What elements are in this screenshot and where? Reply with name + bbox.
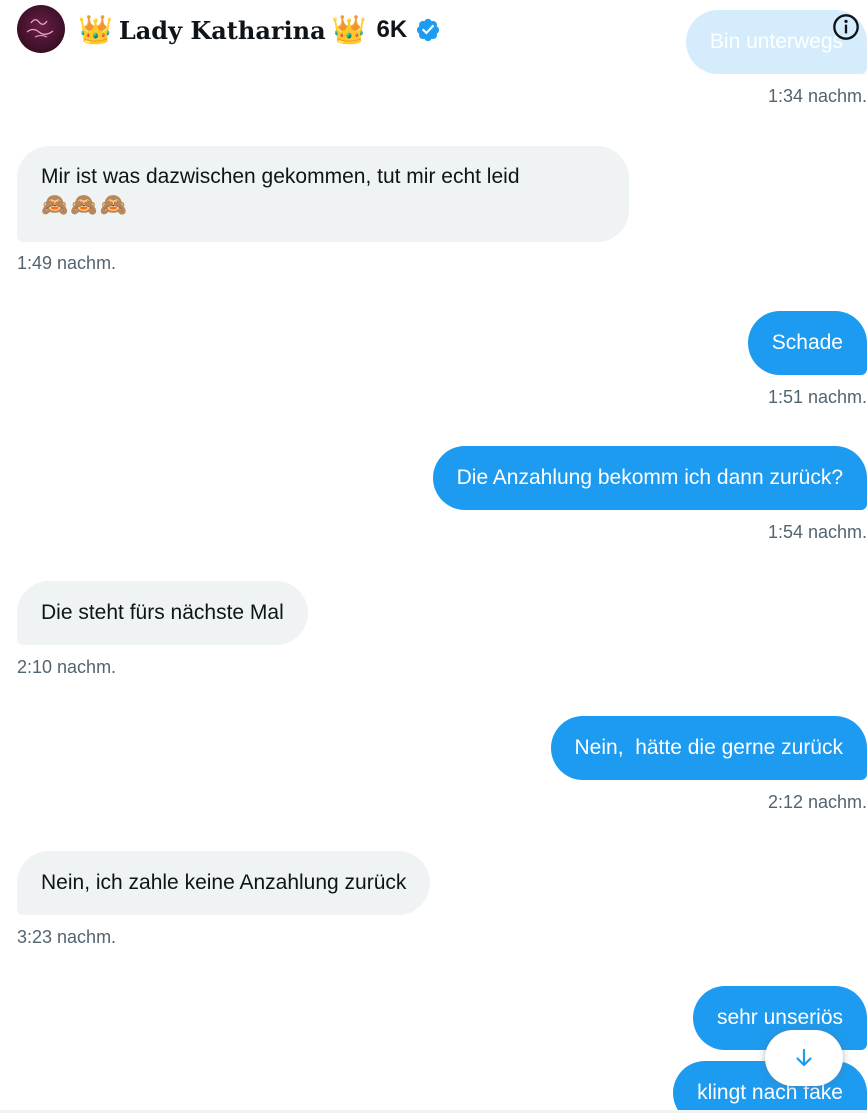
crown-emoji: 👑: [78, 14, 113, 45]
message-bubble-incoming[interactable]: Die steht fürs nächste Mal: [17, 581, 308, 645]
message-timestamp: 1:51 nachm.: [767, 387, 867, 407]
message-bubble-outgoing[interactable]: Nein, hätte die gerne zurück: [550, 716, 867, 780]
message-text: Mir ist was dazwischen gekommen, tut mir…: [41, 165, 520, 188]
message-timestamp: 1:54 nachm.: [767, 522, 867, 542]
message-bubble-incoming[interactable]: Mir ist was dazwischen gekommen, tut mir…: [17, 146, 629, 242]
dm-conversation: Bin unterwegs 1:34 nachm. 👑 𝐋𝐚𝐝𝐲 𝐊𝐚𝐭𝐡𝐚𝐫𝐢…: [0, 0, 867, 1113]
scroll-to-bottom-button[interactable]: [765, 1030, 843, 1086]
conversation-title[interactable]: 👑 𝐋𝐚𝐝𝐲 𝐊𝐚𝐭𝐡𝐚𝐫𝐢𝐧𝐚 👑 6K: [78, 10, 441, 50]
message-timestamp: 2:12 nachm.: [767, 792, 867, 812]
crown-emoji: 👑: [331, 14, 367, 45]
message-timestamp: 1:34 nachm.: [767, 86, 867, 106]
message-timestamp: 1:49 nachm.: [17, 253, 117, 273]
arrow-down-icon: [796, 1048, 812, 1067]
info-icon[interactable]: [832, 13, 860, 41]
message-timestamp: 3:23 nachm.: [17, 927, 117, 947]
conversation-header: 👑 𝐋𝐚𝐝𝐲 𝐊𝐚𝐭𝐡𝐚𝐫𝐢𝐧𝐚 👑 6K: [0, 0, 867, 60]
display-name: 𝐋𝐚𝐝𝐲 𝐊𝐚𝐭𝐡𝐚𝐫𝐢𝐧𝐚: [118, 15, 326, 45]
message-bubble-incoming[interactable]: Nein, ich zahle keine Anzahlung zurück: [17, 851, 431, 915]
avatar-logo: [26, 19, 54, 38]
message-bubble-outgoing[interactable]: Die Anzahlung bekomm ich dann zurück?: [432, 446, 867, 510]
message-bubble-outgoing[interactable]: Schade: [747, 311, 867, 375]
verified-badge-icon: [417, 18, 440, 42]
message-timestamp: 2:10 nachm.: [17, 657, 117, 677]
message-emoji: 🙈🙈🙈: [41, 192, 130, 217]
avatar[interactable]: [17, 5, 65, 53]
follower-count: 6K: [376, 16, 408, 43]
